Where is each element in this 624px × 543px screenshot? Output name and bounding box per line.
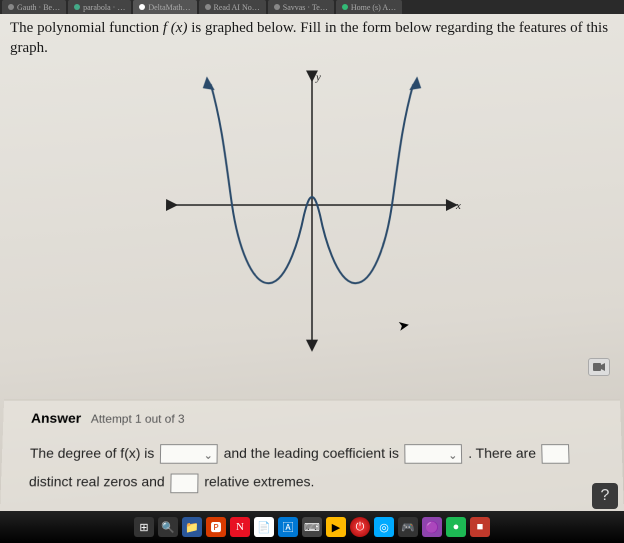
tab-gauth[interactable]: Gauth · Be… bbox=[2, 0, 66, 14]
tab-icon bbox=[274, 4, 280, 10]
tab-deltamath[interactable]: DeltaMath… bbox=[133, 0, 196, 14]
taskbar-icon[interactable]: 🅿 bbox=[206, 517, 226, 537]
taskbar-icon[interactable]: ⊞ bbox=[134, 517, 154, 537]
taskbar-icon[interactable]: 🟣 bbox=[422, 517, 442, 537]
answer-sentence: The degree of f(x) is and the leading co… bbox=[28, 440, 595, 498]
tab-savvas[interactable]: Savvas · Te… bbox=[268, 0, 334, 14]
degree-select[interactable] bbox=[160, 445, 218, 465]
text-thereare: . There are bbox=[468, 445, 540, 461]
extremes-input[interactable] bbox=[170, 473, 198, 493]
taskbar-icon[interactable]: 📄 bbox=[254, 517, 274, 537]
tab-icon bbox=[74, 4, 80, 10]
tab-label: Gauth · Be… bbox=[17, 3, 60, 12]
tab-label: parabola · … bbox=[83, 3, 125, 12]
text-zeros: distinct real zeros and bbox=[29, 474, 169, 490]
taskbar-icon[interactable]: 🎮 bbox=[398, 517, 418, 537]
video-help-button[interactable] bbox=[588, 358, 610, 376]
tab-label: Read AI No… bbox=[214, 3, 260, 12]
answer-label: Answer bbox=[31, 410, 81, 426]
taskbar-icon[interactable]: 📁 bbox=[182, 517, 202, 537]
taskbar-icon[interactable]: ▶ bbox=[326, 517, 346, 537]
question-fx: f (x) bbox=[163, 20, 188, 36]
windows-taskbar: ⊞ 🔍 📁 🅿 N 📄 🄰 ⌨ ▶ ⏻ ◎ 🎮 🟣 ● ■ bbox=[0, 511, 624, 543]
tab-home[interactable]: Home (s) A… bbox=[336, 0, 402, 14]
help-button[interactable]: ? bbox=[592, 483, 618, 509]
tab-parabola[interactable]: parabola · … bbox=[68, 0, 131, 14]
curve-arrow-left bbox=[203, 76, 215, 90]
tab-readai[interactable]: Read AI No… bbox=[199, 0, 266, 14]
text-extremes: relative extremes. bbox=[204, 474, 314, 490]
graph-area: x y bbox=[0, 66, 624, 355]
tab-icon bbox=[342, 4, 348, 10]
tab-label: DeltaMath… bbox=[148, 3, 190, 12]
text-leading: and the leading coefficient is bbox=[224, 445, 403, 461]
help-icon: ? bbox=[601, 487, 610, 505]
taskbar-icon[interactable]: ◎ bbox=[374, 517, 394, 537]
video-icon bbox=[593, 362, 605, 372]
taskbar-icon[interactable]: ● bbox=[446, 517, 466, 537]
taskbar-icon[interactable]: 🔍 bbox=[158, 517, 178, 537]
answer-header: Answer Attempt 1 out of 3 bbox=[31, 410, 593, 426]
zeros-input[interactable] bbox=[542, 445, 570, 465]
answer-panel: Answer Attempt 1 out of 3 The degree of … bbox=[0, 400, 624, 511]
polynomial-graph: x y bbox=[151, 66, 474, 355]
taskbar-icon[interactable]: ■ bbox=[470, 517, 490, 537]
tab-icon bbox=[8, 4, 14, 10]
taskbar-icon[interactable]: ⌨ bbox=[302, 517, 322, 537]
mouse-cursor-icon: ➤ bbox=[397, 317, 412, 336]
text-degree: The degree of f(x) is bbox=[30, 445, 159, 461]
x-axis-label: x bbox=[455, 199, 461, 211]
y-axis-label: y bbox=[315, 71, 321, 83]
browser-tab-strip: Gauth · Be… parabola · … DeltaMath… Read… bbox=[0, 0, 624, 14]
tab-icon bbox=[205, 4, 211, 10]
taskbar-icon[interactable]: 🄰 bbox=[278, 517, 298, 537]
tab-icon bbox=[139, 4, 145, 10]
question-text: The polynomial function f (x) is graphed… bbox=[0, 14, 624, 65]
attempt-counter: Attempt 1 out of 3 bbox=[91, 412, 185, 426]
taskbar-icon[interactable]: N bbox=[230, 517, 250, 537]
leading-coef-select[interactable] bbox=[405, 445, 463, 465]
tab-label: Savvas · Te… bbox=[283, 3, 328, 12]
curve-arrow-right bbox=[409, 76, 421, 90]
tab-label: Home (s) A… bbox=[351, 3, 396, 12]
question-pre: The polynomial function bbox=[10, 20, 163, 36]
taskbar-icon[interactable]: ⏻ bbox=[350, 517, 370, 537]
